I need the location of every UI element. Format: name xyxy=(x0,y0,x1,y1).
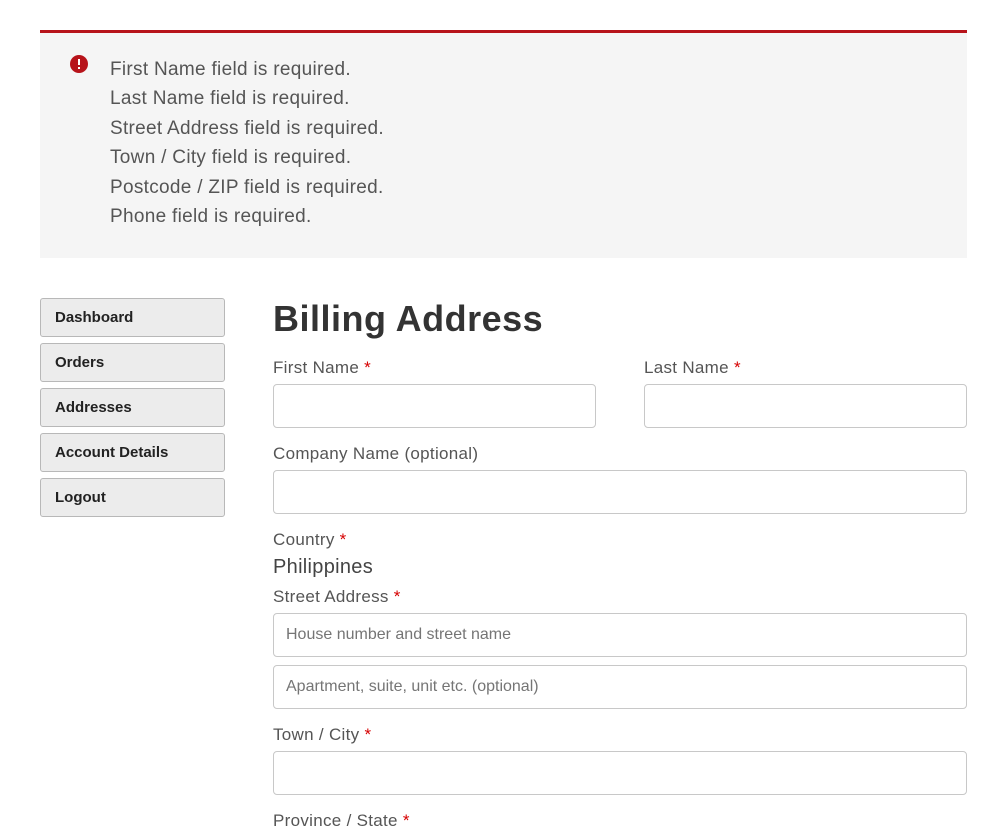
alert-message: First Name field is required. xyxy=(110,55,937,84)
last-name-label: Last Name * xyxy=(644,358,967,378)
required-marker: * xyxy=(734,358,741,377)
required-marker: * xyxy=(364,358,371,377)
alert-message: Phone field is required. xyxy=(110,202,937,231)
street-label: Street Address * xyxy=(273,587,967,607)
street-address-2-input[interactable] xyxy=(273,665,967,709)
last-name-field-group: Last Name * xyxy=(644,358,967,428)
alert-message: Postcode / ZIP field is required. xyxy=(110,173,937,202)
company-label: Company Name (optional) xyxy=(273,444,967,464)
first-name-field-group: First Name * xyxy=(273,358,596,428)
company-input[interactable] xyxy=(273,470,967,514)
sidebar-item-logout[interactable]: Logout xyxy=(40,478,225,517)
city-label: Town / City * xyxy=(273,725,967,745)
validation-alert: First Name field is required. Last Name … xyxy=(40,30,967,258)
company-field-group: Company Name (optional) xyxy=(273,444,967,514)
street-address-1-input[interactable] xyxy=(273,613,967,657)
province-label: Province / State * xyxy=(273,811,967,831)
street-field-group: Street Address * xyxy=(273,587,967,709)
required-marker: * xyxy=(394,587,401,606)
country-field-group: Country * Philippines xyxy=(273,530,967,579)
country-label: Country * xyxy=(273,530,967,550)
required-marker: * xyxy=(403,811,410,830)
page-title: Billing Address xyxy=(273,298,967,340)
sidebar-item-orders[interactable]: Orders xyxy=(40,343,225,382)
first-name-input[interactable] xyxy=(273,384,596,428)
city-input[interactable] xyxy=(273,751,967,795)
sidebar-item-addresses[interactable]: Addresses xyxy=(40,388,225,427)
sidebar-item-account-details[interactable]: Account Details xyxy=(40,433,225,472)
alert-message: Street Address field is required. xyxy=(110,114,937,143)
alert-message: Town / City field is required. xyxy=(110,143,937,172)
required-marker: * xyxy=(340,530,347,549)
city-field-group: Town / City * xyxy=(273,725,967,795)
first-name-label: First Name * xyxy=(273,358,596,378)
main-content: Billing Address First Name * Last Name *… xyxy=(273,298,967,837)
country-value: Philippines xyxy=(273,556,967,579)
sidebar-item-dashboard[interactable]: Dashboard xyxy=(40,298,225,337)
province-field-group: Province / State * xyxy=(273,811,967,831)
required-marker: * xyxy=(364,725,371,744)
last-name-input[interactable] xyxy=(644,384,967,428)
alert-message: Last Name field is required. xyxy=(110,84,937,113)
error-icon xyxy=(70,55,88,73)
account-sidebar: Dashboard Orders Addresses Account Detai… xyxy=(40,298,225,837)
